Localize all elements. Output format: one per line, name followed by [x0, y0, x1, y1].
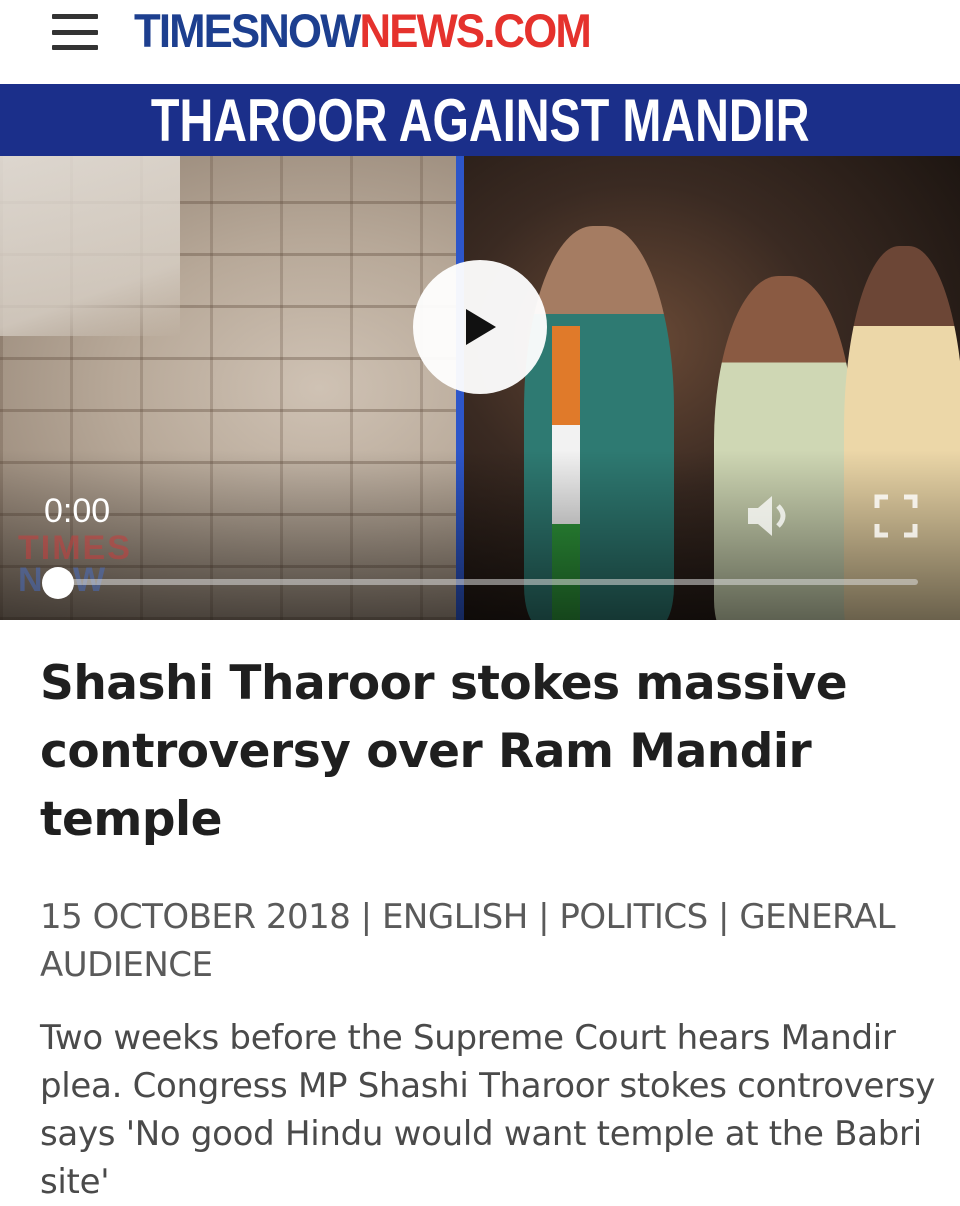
video-banner: THAROOR AGAINST MANDIR	[0, 84, 960, 156]
logo-text-times-now: TIMESNOW	[134, 3, 361, 57]
hamburger-menu-icon[interactable]	[52, 14, 98, 50]
watermark-line-1: TIMES	[18, 529, 132, 567]
video-progress-bar[interactable]	[58, 579, 918, 585]
article-headline[interactable]: Shashi Tharoor stokes massive controvers…	[40, 650, 930, 854]
play-icon	[466, 309, 496, 345]
play-button[interactable]	[413, 260, 547, 394]
fullscreen-icon[interactable]	[874, 494, 918, 538]
video-banner-title: THAROOR AGAINST MANDIR	[150, 86, 810, 154]
video-current-time: 0:00	[44, 492, 111, 530]
site-header: TIMESNOW NEWS.COM	[0, 0, 960, 85]
video-player[interactable]: THAROOR AGAINST MANDIR TIMES NOW 0:00	[0, 84, 960, 620]
site-logo[interactable]: TIMESNOW NEWS.COM	[134, 0, 592, 60]
logo-text-news-com: NEWS.COM	[359, 3, 592, 57]
video-progress-handle[interactable]	[42, 567, 74, 599]
volume-icon[interactable]	[744, 492, 796, 540]
article-summary: Two weeks before the Supreme Court hears…	[40, 1018, 936, 1202]
article-meta: 15 OCTOBER 2018 | ENGLISH | POLITICS | G…	[40, 897, 896, 985]
